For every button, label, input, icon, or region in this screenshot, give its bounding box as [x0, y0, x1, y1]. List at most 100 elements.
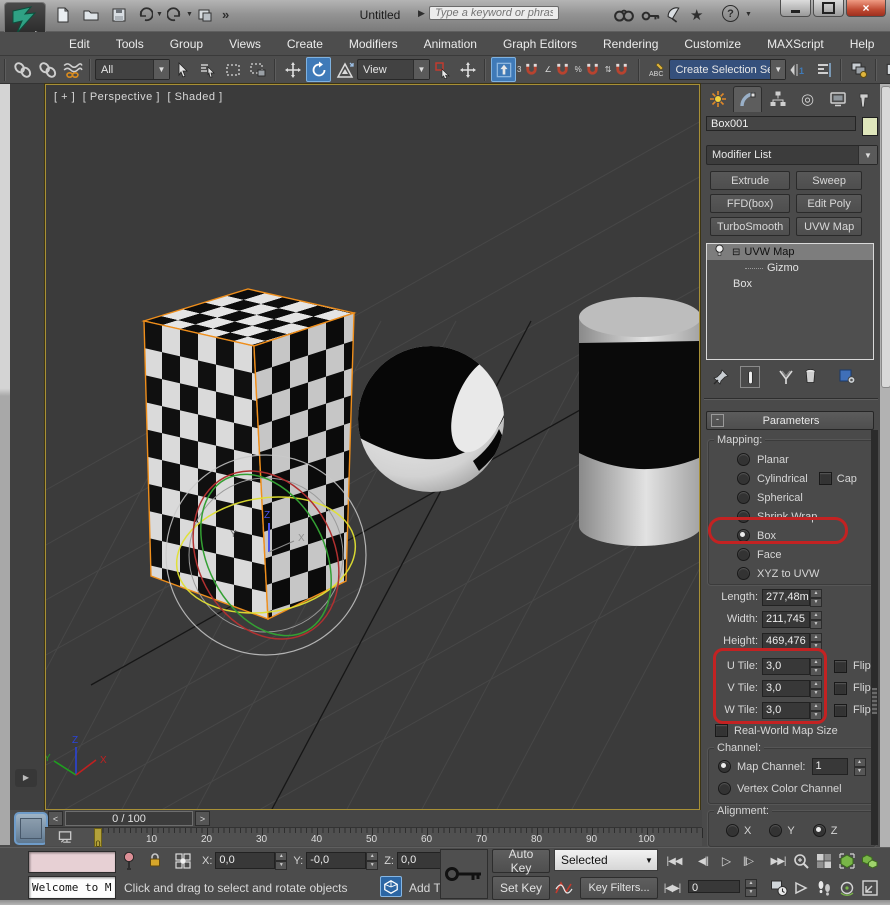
flip-checkbox[interactable] [834, 704, 847, 717]
mapping-option-label[interactable]: XYZ to UVW [757, 568, 819, 580]
qat-overflow-chevron[interactable]: » [222, 7, 229, 22]
radio-icon[interactable] [718, 760, 731, 773]
key-filters-button[interactable]: Key Filters... [580, 877, 658, 899]
make-unique-icon[interactable] [777, 368, 795, 391]
menu-item[interactable]: Group [157, 33, 216, 55]
help-search-input[interactable] [429, 6, 559, 20]
frame-forward-button[interactable]: > [195, 811, 210, 826]
zoom-icon[interactable] [792, 852, 810, 875]
window-crossing-icon[interactable] [246, 58, 269, 81]
mapping-option-row[interactable]: Shrink Wrap [737, 507, 877, 526]
select-and-rotate-icon[interactable] [306, 57, 331, 82]
search-expand-arrow[interactable]: ▶ [418, 8, 425, 19]
viewport-shading-menu[interactable]: [ Shaded ] [167, 91, 222, 103]
map-channel-row[interactable]: Map Channel: 1 ▲▼ [718, 758, 866, 775]
box-object-selected[interactable] [144, 289, 354, 619]
select-and-scale-icon[interactable] [333, 58, 356, 81]
reference-coordinate-system-dropdown[interactable]: View▼ [357, 59, 430, 80]
select-by-name-icon[interactable] [196, 58, 219, 81]
tile-value-field[interactable]: 3,0 [762, 702, 810, 719]
orbit-icon[interactable] [838, 879, 856, 902]
tab-utilities[interactable] [851, 86, 880, 112]
modifier-stack-list[interactable]: ⊟ UVW Map Gizmo Box [706, 243, 874, 360]
spinner-snap-icon[interactable] [610, 58, 633, 81]
object-color-swatch[interactable] [862, 117, 878, 136]
visibility-bulb-icon[interactable] [715, 244, 724, 260]
graphite-ribbon-toggle-icon[interactable] [882, 58, 890, 81]
align-icon[interactable] [812, 58, 835, 81]
spinner-control[interactable]: ▲▼ [366, 852, 378, 869]
next-frame-icon[interactable]: ||▷ [737, 852, 759, 870]
real-world-row[interactable]: Real-World Map Size [715, 724, 838, 737]
toolbar-drag-handle[interactable] [4, 59, 6, 81]
undo-icon[interactable] [134, 5, 156, 25]
pin-stack-icon[interactable] [712, 368, 730, 391]
time-configuration-icon[interactable] [770, 879, 788, 902]
maxscript-mini-listener-pink[interactable] [28, 851, 116, 873]
stack-row-gizmo[interactable]: Gizmo [707, 260, 873, 276]
dimension-value-field[interactable]: 211,745 [762, 611, 810, 628]
vertex-color-row[interactable]: Vertex Color Channel [718, 782, 842, 795]
current-frame-field[interactable]: 0 [688, 880, 740, 893]
menu-item[interactable]: Rendering [590, 33, 671, 55]
radio-icon[interactable] [737, 472, 750, 485]
add-time-tag[interactable]: Add Ti [409, 881, 443, 895]
viewport-tabs-expand-button[interactable]: ▶ [15, 769, 37, 787]
real-world-checkbox[interactable] [715, 724, 728, 737]
configure-modifier-sets-icon[interactable] [838, 367, 856, 390]
modifier-shortcut-button[interactable]: FFD(box) [710, 194, 790, 213]
stack-modifier-label[interactable]: UVW Map [744, 246, 794, 258]
menu-item[interactable]: Graph Editors [490, 33, 590, 55]
zoom-extents-all-icon[interactable] [861, 852, 879, 875]
mapping-option-row[interactable]: Planar [737, 450, 877, 469]
help-icon[interactable]: ? [722, 5, 739, 22]
modifier-shortcut-button[interactable]: Sweep [796, 171, 862, 190]
unlink-selection-icon[interactable] [36, 58, 59, 81]
frame-back-button[interactable]: < [48, 811, 63, 826]
viewport-general-menu[interactable]: [ + ] [54, 91, 75, 103]
snap-toggle-icon[interactable] [520, 58, 543, 81]
flip-checkbox[interactable] [834, 682, 847, 695]
default-in-out-tangents-icon[interactable] [554, 879, 574, 902]
menu-item[interactable]: Customize [671, 33, 754, 55]
tab-display[interactable] [823, 86, 852, 112]
radio-icon[interactable] [813, 824, 826, 837]
alignment-option[interactable]: Y [769, 824, 794, 837]
stack-row-box[interactable]: Box [707, 276, 873, 292]
rollout-scrollbar-track[interactable] [871, 430, 878, 845]
key-mode-toggle-icon[interactable]: |◀▶| [660, 879, 684, 897]
radio-icon[interactable] [737, 548, 750, 561]
bind-to-space-warp-icon[interactable] [61, 58, 84, 81]
chevron-down-icon[interactable]: ▼ [153, 60, 169, 79]
panel-scrollbar-thumb[interactable] [881, 86, 890, 388]
cylinder-object[interactable] [579, 297, 700, 546]
mapping-option-label[interactable]: Shrink Wrap [757, 511, 817, 523]
redo-dropdown-arrow[interactable]: ▼ [186, 11, 193, 18]
modifier-shortcut-button[interactable]: TurboSmooth [710, 217, 790, 236]
redo-icon[interactable] [164, 5, 186, 25]
zoom-extents-icon[interactable] [838, 852, 856, 875]
help-dropdown-arrow[interactable]: ▼ [745, 11, 752, 18]
left-window-scrollbar[interactable] [0, 84, 10, 845]
rollout-collapse-icon[interactable]: - [711, 414, 724, 427]
coordinate-value-field[interactable]: 0,0 [215, 852, 275, 869]
select-and-link-icon[interactable] [11, 58, 34, 81]
perspective-viewport[interactable]: Z X Y Z Y X [ + ] [ Perspective ] [ Shad… [45, 84, 700, 810]
radio-icon[interactable] [737, 491, 750, 504]
selection-filter-dropdown[interactable]: All▼ [95, 59, 170, 80]
named-selection-sets-dropdown[interactable]: Create Selection Se▼ [669, 59, 786, 80]
tile-value-field[interactable]: 3,0 [762, 680, 810, 697]
communication-center-icon[interactable] [666, 6, 683, 28]
radio-icon[interactable] [718, 782, 731, 795]
spinner-control[interactable]: ▲▼ [810, 611, 822, 628]
modifier-shortcut-button[interactable]: UVW Map [796, 217, 862, 236]
menu-item[interactable]: Help [837, 33, 888, 55]
layer-manager-icon[interactable] [847, 58, 870, 81]
edit-named-selection-sets-icon[interactable] [645, 58, 668, 81]
select-and-move-icon[interactable] [281, 58, 304, 81]
new-scene-icon[interactable] [52, 5, 74, 25]
play-icon[interactable]: ▷ [718, 852, 734, 870]
spinner-control[interactable]: ▲▼ [275, 852, 287, 869]
spinner-control[interactable]: ▲▼ [810, 589, 822, 606]
radio-icon[interactable] [737, 453, 750, 466]
